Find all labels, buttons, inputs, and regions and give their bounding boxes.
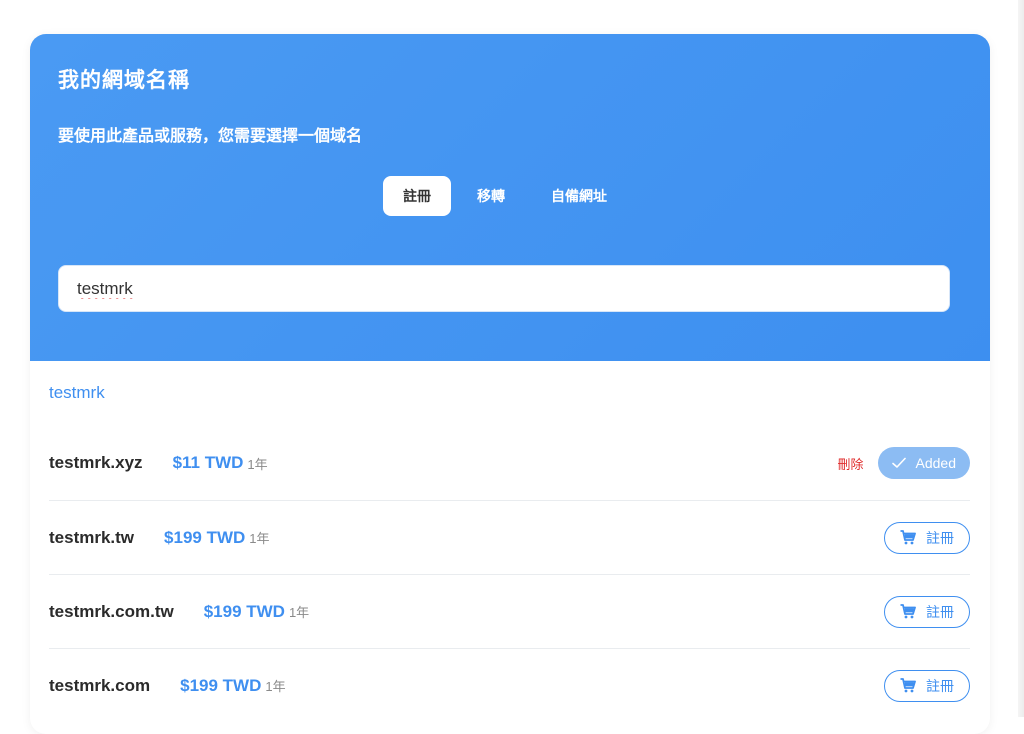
added-button-label: Added [915,455,956,471]
domain-term: 1年 [247,456,268,472]
domain-option-tabs: 註冊 移轉 自備網址 [383,176,627,216]
domain-price: $199 TWD [203,601,285,621]
register-button[interactable]: 註冊 [884,669,970,702]
tab-transfer[interactable]: 移轉 [457,176,525,216]
domain-name: testmrk.xyz [49,453,143,472]
domain-price: $11 TWD [172,453,244,472]
row-actions: 註冊 [884,595,970,628]
domain-result-row: testmrk.xyz $11 TWD 1年 刪除 Added [49,426,970,500]
domain-card: 我的網域名稱 要使用此產品或服務，您需要選擇一個域名 註冊 移轉 自備網址 te… [30,34,990,734]
register-button[interactable]: 註冊 [884,595,970,628]
domain-search-input[interactable] [75,277,933,300]
cart-icon [900,678,916,693]
register-button-label: 註冊 [926,603,954,620]
domain-name: testmrk.com.tw [49,601,174,621]
remove-link[interactable]: 刪除 [838,454,864,473]
tab-own-domain[interactable]: 自備網址 [531,176,627,216]
row-actions: 註冊 [884,669,970,702]
register-button-label: 註冊 [926,529,954,546]
domain-term: 1年 [288,605,310,620]
domain-term: 1年 [249,531,270,546]
row-actions: 刪除 Added [838,447,970,479]
domain-price: $199 TWD [164,527,246,547]
row-actions: 註冊 [884,521,970,554]
domain-search-box [58,265,950,312]
adjacent-panel-edge [1018,0,1024,717]
register-button-label: 註冊 [926,677,954,694]
domain-result-row: testmrk.com.tw $199 TWD 1年 註冊 [49,574,970,648]
search-query-label: testmrk [49,383,105,402]
domain-price: $199 TWD [180,675,262,695]
cart-icon [900,604,916,619]
register-button[interactable]: 註冊 [884,521,970,554]
domain-name: testmrk.com [49,675,151,695]
domain-term: 1年 [265,679,286,694]
domain-result-row: testmrk.tw $199 TWD 1年 註冊 [49,500,970,574]
check-icon [891,457,906,469]
page-title: 我的網域名稱 [58,69,190,92]
domain-name: testmrk.tw [49,527,135,547]
cart-icon [900,530,916,545]
domain-result-row: testmrk.com $199 TWD 1年 註冊 [49,648,970,722]
page-subtitle: 要使用此產品或服務，您需要選擇一個域名 [58,128,363,145]
added-button[interactable]: Added [877,447,970,479]
domain-header: 我的網域名稱 要使用此產品或服務，您需要選擇一個域名 註冊 移轉 自備網址 [30,34,990,361]
tab-register[interactable]: 註冊 [383,176,451,216]
